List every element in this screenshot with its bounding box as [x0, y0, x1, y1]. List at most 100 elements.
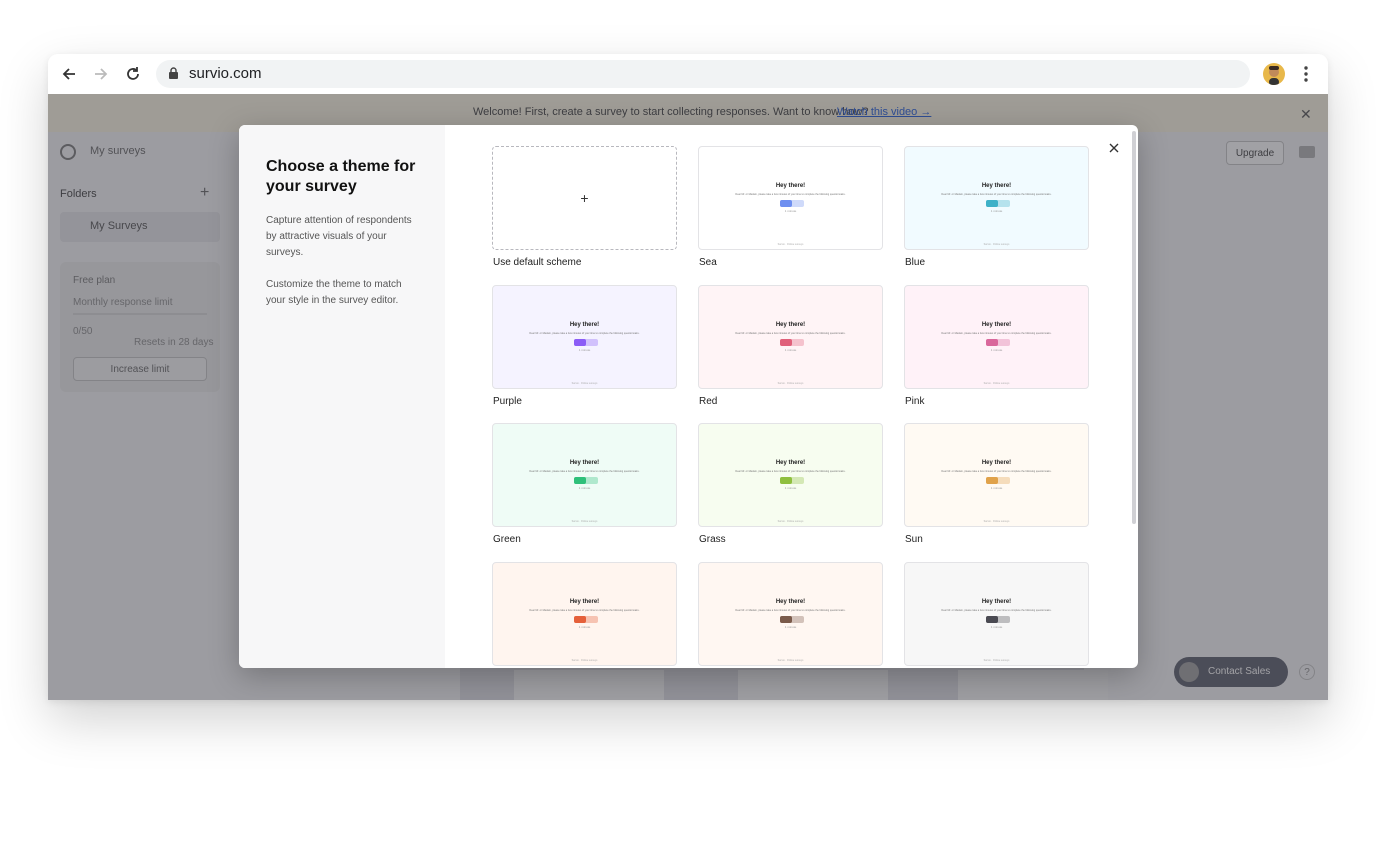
preview-heading: Hey there!: [569, 322, 600, 328]
scrollbar[interactable]: [1132, 131, 1136, 524]
preview-buttons: [780, 200, 804, 207]
preview-info: 1 minute: [578, 625, 591, 629]
preview-buttons: [574, 477, 598, 484]
modal-sidebar: Choose a theme for your survey Capture a…: [239, 125, 445, 668]
theme-label: Green: [493, 534, 521, 545]
preview-heading: Hey there!: [775, 322, 806, 328]
preview-heading: Hey there!: [775, 183, 806, 189]
preview-info: 1 minute: [990, 486, 1003, 490]
preview-info: 1 minute: [578, 348, 591, 352]
preview-heading: Hey there!: [981, 599, 1012, 605]
preview-buttons: [780, 616, 804, 623]
preview-start-button: [574, 616, 586, 623]
arrow-right-icon[interactable]: [91, 64, 111, 84]
preview-buttons: [780, 339, 804, 346]
preview-subtitle: Dear Mr. or Madam, please take a few min…: [529, 470, 640, 473]
theme-label: Sun: [905, 534, 923, 545]
preview-buttons: [986, 200, 1010, 207]
preview-info: 1 minute: [784, 348, 797, 352]
preview-footer: Survio · Online surveys: [777, 243, 804, 246]
preview-subtitle: Dear Mr. or Madam, please take a few min…: [941, 193, 1052, 196]
preview-start-button: [986, 616, 998, 623]
preview-info: 1 minute: [784, 486, 797, 490]
preview-footer: Survio · Online surveys: [571, 659, 598, 662]
theme-card[interactable]: Hey there! Dear Mr. or Madam, please take…: [492, 562, 677, 666]
preview-buttons: [986, 477, 1010, 484]
theme-label: Grass: [699, 534, 726, 545]
close-icon[interactable]: [1107, 141, 1121, 155]
theme-card[interactable]: Hey there! Dear Mr. or Madam, please take…: [904, 285, 1089, 389]
browser-toolbar: survio.com: [48, 54, 1328, 94]
preview-info: 1 minute: [990, 348, 1003, 352]
modal-description-2: Customize the theme to match your style …: [266, 279, 402, 306]
preview-start-button: [780, 477, 792, 484]
preview-start-button: [986, 477, 998, 484]
preview-buttons: [986, 616, 1010, 623]
url-text: survio.com: [189, 65, 262, 82]
preview-footer: Survio · Online surveys: [777, 659, 804, 662]
preview-footer: Survio · Online surveys: [983, 659, 1010, 662]
preview-heading: Hey there!: [775, 460, 806, 466]
preview-heading: Hey there!: [981, 322, 1012, 328]
preview-start-button: [574, 477, 586, 484]
preview-info: 1 minute: [784, 625, 797, 629]
preview-info: 1 minute: [990, 209, 1003, 213]
preview-subtitle: Dear Mr. or Madam, please take a few min…: [941, 470, 1052, 473]
modal-title: Choose a theme for your survey: [266, 158, 416, 195]
preview-footer: Survio · Online surveys: [983, 382, 1010, 385]
preview-buttons: [780, 477, 804, 484]
preview-info: 1 minute: [578, 486, 591, 490]
preview-subtitle: Dear Mr. or Madam, please take a few min…: [941, 609, 1052, 612]
theme-card[interactable]: Hey there! Dear Mr. or Madam, please take…: [698, 146, 883, 250]
theme-card[interactable]: Hey there! Dear Mr. or Madam, please take…: [698, 423, 883, 527]
theme-label-default: Use default scheme: [493, 257, 582, 268]
preview-footer: Survio · Online surveys: [777, 382, 804, 385]
theme-card[interactable]: Hey there! Dear Mr. or Madam, please take…: [698, 562, 883, 666]
preview-buttons: [574, 339, 598, 346]
preview-start-button: [574, 339, 586, 346]
address-bar[interactable]: survio.com: [156, 60, 1250, 88]
plus-icon: +: [580, 190, 589, 206]
theme-card[interactable]: Hey there! Dear Mr. or Madam, please take…: [698, 285, 883, 389]
preview-start-button: [780, 200, 792, 207]
preview-footer: Survio · Online surveys: [571, 382, 598, 385]
preview-start-button: [986, 200, 998, 207]
theme-card-default[interactable]: +: [492, 146, 677, 250]
preview-footer: Survio · Online surveys: [571, 520, 598, 523]
preview-footer: Survio · Online surveys: [983, 520, 1010, 523]
preview-footer: Survio · Online surveys: [983, 243, 1010, 246]
theme-card[interactable]: Hey there! Dear Mr. or Madam, please take…: [492, 423, 677, 527]
theme-label: Purple: [493, 396, 522, 407]
theme-card[interactable]: Hey there! Dear Mr. or Madam, please take…: [904, 562, 1089, 666]
preview-buttons: [574, 616, 598, 623]
more-menu-icon[interactable]: [1298, 65, 1314, 83]
preview-heading: Hey there!: [775, 599, 806, 605]
arrow-left-icon[interactable]: [59, 64, 79, 84]
preview-subtitle: Dear Mr. or Madam, please take a few min…: [529, 609, 640, 612]
preview-subtitle: Dear Mr. or Madam, please take a few min…: [941, 332, 1052, 335]
preview-start-button: [780, 339, 792, 346]
theme-label: Blue: [905, 257, 926, 268]
preview-heading: Hey there!: [981, 183, 1012, 189]
preview-info: 1 minute: [990, 625, 1003, 629]
preview-start-button: [780, 616, 792, 623]
theme-label: Sea: [699, 257, 717, 268]
preview-subtitle: Dear Mr. or Madam, please take a few min…: [735, 609, 846, 612]
preview-info: 1 minute: [784, 209, 797, 213]
preview-heading: Hey there!: [569, 599, 600, 605]
modal-description: Capture attention of respondents by attr…: [266, 215, 412, 258]
reload-icon[interactable]: [123, 64, 143, 84]
avatar[interactable]: [1263, 63, 1285, 85]
theme-card[interactable]: Hey there! Dear Mr. or Madam, please take…: [492, 285, 677, 389]
preview-subtitle: Dear Mr. or Madam, please take a few min…: [735, 470, 846, 473]
preview-start-button: [986, 339, 998, 346]
preview-subtitle: Dear Mr. or Madam, please take a few min…: [529, 332, 640, 335]
theme-card[interactable]: Hey there! Dear Mr. or Madam, please take…: [904, 146, 1089, 250]
preview-subtitle: Dear Mr. or Madam, please take a few min…: [735, 193, 846, 196]
theme-card[interactable]: Hey there! Dear Mr. or Madam, please take…: [904, 423, 1089, 527]
preview-footer: Survio · Online surveys: [777, 520, 804, 523]
lock-icon: [169, 67, 178, 79]
theme-label: Red: [699, 396, 718, 407]
theme-label: Pink: [905, 396, 925, 407]
preview-subtitle: Dear Mr. or Madam, please take a few min…: [735, 332, 846, 335]
